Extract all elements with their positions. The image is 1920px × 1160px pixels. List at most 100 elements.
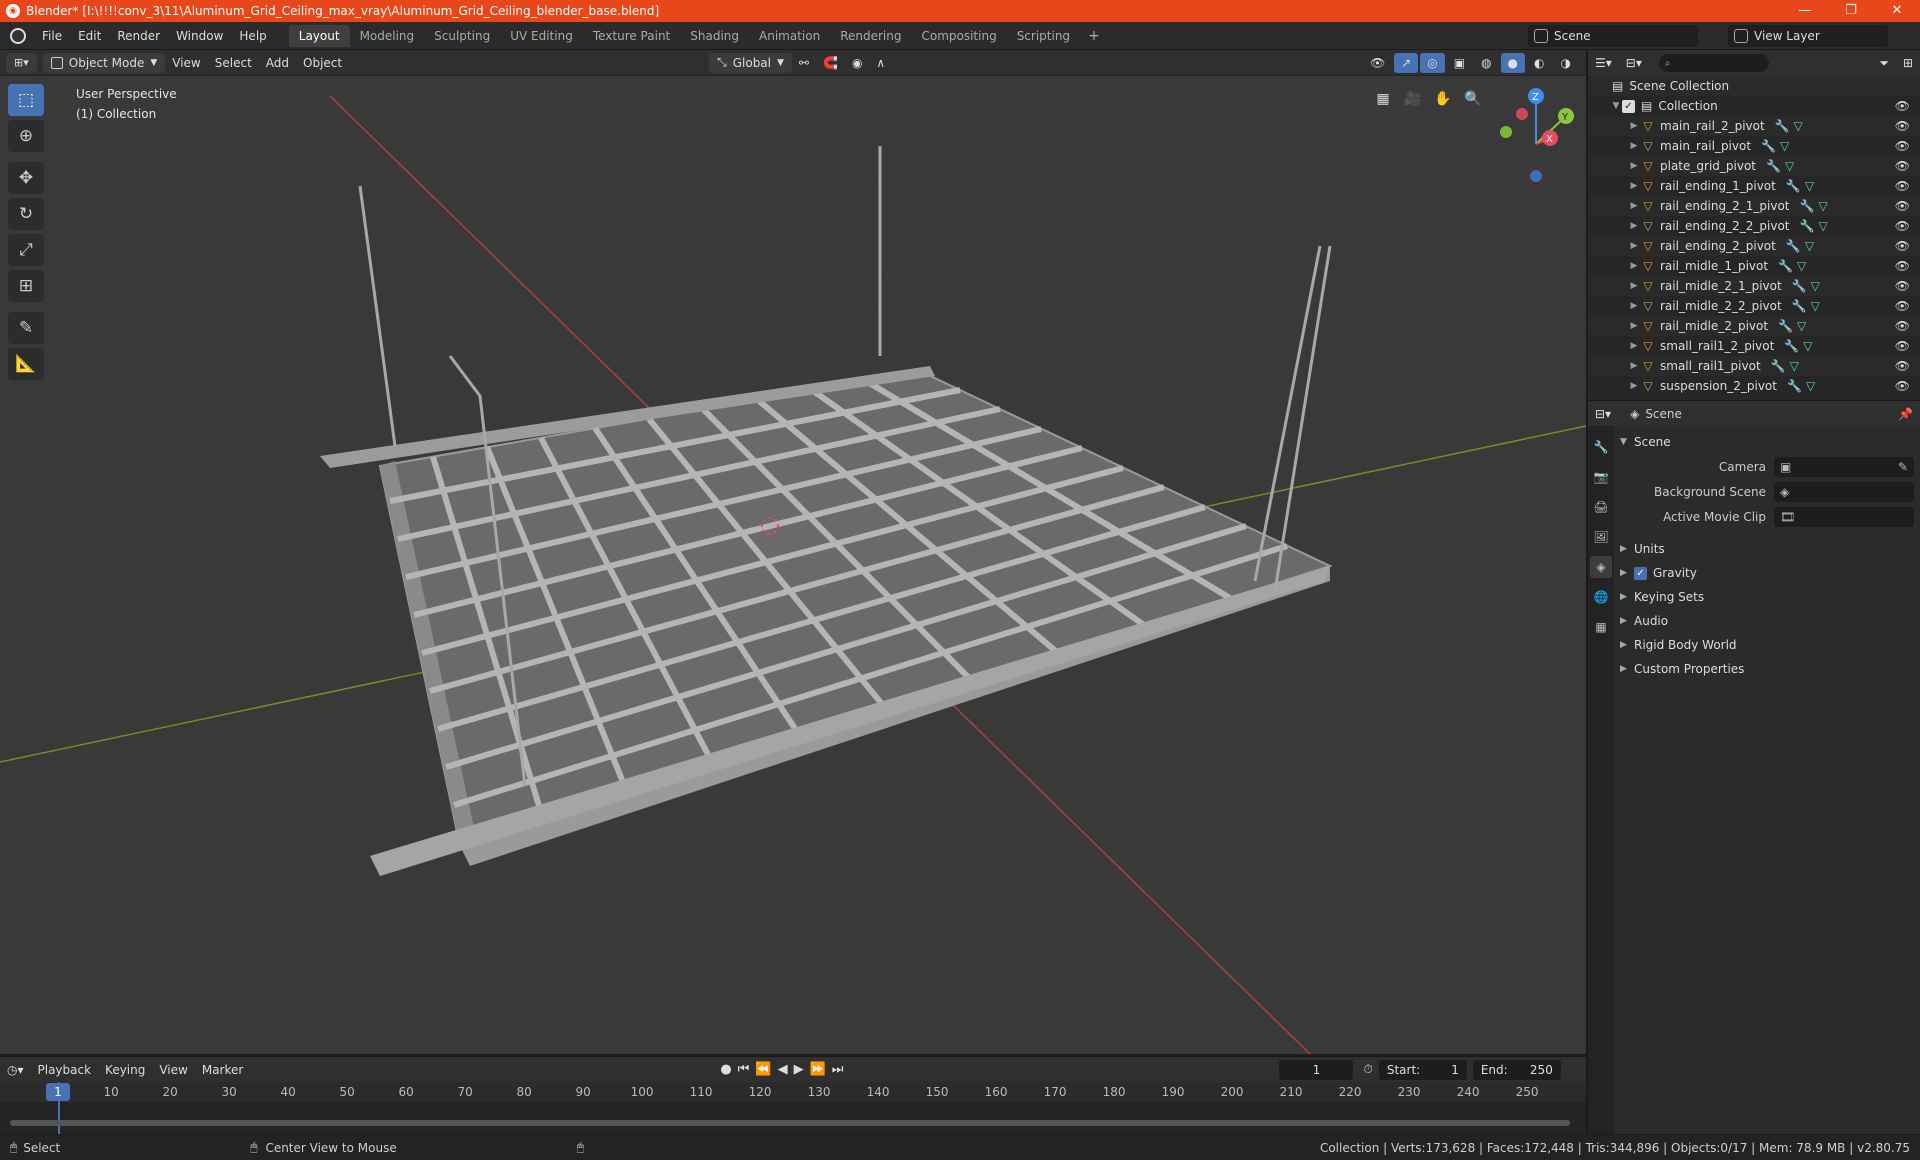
- expand-arrow-icon[interactable]: ▶: [1628, 301, 1640, 311]
- mesh-data-icon[interactable]: ▽: [1805, 179, 1814, 193]
- annotate-icon[interactable]: ✎: [8, 312, 44, 344]
- camera-view-icon[interactable]: 🎥: [1400, 86, 1426, 112]
- start-frame-field[interactable]: Start: 1: [1378, 1059, 1467, 1080]
- expand-arrow-icon[interactable]: ▶: [1628, 341, 1640, 351]
- scene-selector[interactable]: Scene: [1528, 25, 1698, 47]
- mesh-data-icon[interactable]: ▽: [1785, 159, 1794, 173]
- modifier-wrench-icon[interactable]: 🔧: [1761, 139, 1776, 153]
- expand-arrow-icon[interactable]: ▶: [1628, 121, 1640, 131]
- modifier-wrench-icon[interactable]: 🔧: [1771, 359, 1786, 373]
- timeline-menu-playback[interactable]: Playback: [31, 1057, 99, 1083]
- mesh-data-icon[interactable]: ▽: [1806, 379, 1815, 393]
- viewport-menu-view[interactable]: View: [165, 50, 207, 76]
- 3d-viewport[interactable]: Z Y X ⬚ ⊕ ✥ ↻ ⤢ ⊞ ✎ 📐 User Perspective (…: [0, 76, 1586, 1054]
- xray-icon[interactable]: ▣: [1447, 50, 1472, 76]
- modifier-wrench-icon[interactable]: 🔧: [1778, 259, 1793, 273]
- outliner-item[interactable]: ▶ ▽ small_rail1_pivot 🔧 ▽ 👁: [1588, 356, 1920, 376]
- viewport-menu-select[interactable]: Select: [208, 50, 259, 76]
- menu-render[interactable]: Render: [109, 22, 168, 50]
- snap-icon[interactable]: 🧲: [816, 50, 845, 76]
- mesh-data-icon[interactable]: ▽: [1794, 119, 1803, 133]
- expand-arrow-icon[interactable]: ▶: [1628, 201, 1640, 211]
- mesh-data-icon[interactable]: ▽: [1818, 219, 1827, 233]
- tab-sculpting[interactable]: Sculpting: [424, 25, 500, 47]
- blender-menu-icon[interactable]: [10, 27, 26, 44]
- move-icon[interactable]: ✥: [8, 162, 44, 194]
- outliner-item[interactable]: ▶ ▽ rail_midle_2_1_pivot 🔧 ▽ 👁: [1588, 276, 1920, 296]
- outliner-item[interactable]: ▶ ▽ main_rail_2_pivot 🔧 ▽ 👁: [1588, 116, 1920, 136]
- outliner-item[interactable]: ▶ ▽ rail_ending_1_pivot 🔧 ▽ 👁: [1588, 176, 1920, 196]
- audio-panel-header[interactable]: ▶ Audio: [1620, 609, 1914, 633]
- tab-scripting[interactable]: Scripting: [1007, 25, 1080, 47]
- menu-help[interactable]: Help: [231, 22, 274, 50]
- gravity-checkbox[interactable]: ✓: [1634, 566, 1647, 580]
- modifier-wrench-icon[interactable]: 🔧: [1787, 379, 1802, 393]
- editor-type-button[interactable]: ⊞▾: [6, 52, 37, 73]
- mesh-data-icon[interactable]: ▽: [1811, 279, 1820, 293]
- falloff-icon[interactable]: ∧: [869, 50, 892, 76]
- rigid-body-world-panel-header[interactable]: ▶ Rigid Body World: [1620, 633, 1914, 657]
- play-icon[interactable]: ▶: [794, 1062, 804, 1077]
- world-tab-icon[interactable]: 🌐: [1590, 586, 1612, 608]
- mesh-data-icon[interactable]: ▽: [1797, 319, 1806, 333]
- scene-panel-header[interactable]: ▼ Scene: [1620, 430, 1914, 454]
- cursor-icon[interactable]: ⊕: [8, 120, 44, 152]
- eye-icon[interactable]: 👁: [1895, 279, 1910, 293]
- eye-icon[interactable]: 👁: [1895, 199, 1910, 213]
- texture-tab-icon[interactable]: ▦: [1590, 616, 1612, 638]
- outliner-item[interactable]: ▶ ▽ rail_ending_2_2_pivot 🔧 ▽ 👁: [1588, 216, 1920, 236]
- prev-keyframe-icon[interactable]: ⏪: [755, 1062, 771, 1077]
- toggle-camera-grid-icon[interactable]: ▦: [1370, 86, 1396, 112]
- view-layer-selector[interactable]: View Layer: [1728, 25, 1888, 47]
- menu-edit[interactable]: Edit: [70, 22, 109, 50]
- next-keyframe-icon[interactable]: ⏩: [810, 1062, 826, 1077]
- zoom-icon[interactable]: 🔍: [1460, 86, 1486, 112]
- active-movie-clip-field[interactable]: 🎞: [1774, 506, 1914, 527]
- mesh-data-icon[interactable]: ▽: [1803, 339, 1812, 353]
- gizmo-icon[interactable]: ↗: [1394, 52, 1419, 73]
- units-panel-header[interactable]: ▶ Units: [1620, 537, 1914, 561]
- preview-range-icon[interactable]: ⏱: [1363, 1062, 1372, 1077]
- tab-rendering[interactable]: Rendering: [830, 25, 911, 47]
- camera-field[interactable]: ▣ ✎: [1774, 456, 1914, 477]
- expand-arrow-icon[interactable]: ▶: [1628, 281, 1640, 291]
- outliner-item[interactable]: ▶ ▽ suspension_2_pivot 🔧 ▽ 👁: [1588, 376, 1920, 396]
- proportional-edit-icon[interactable]: ◉: [845, 50, 869, 76]
- outliner-item[interactable]: ▶ ▽ small_rail1_2_pivot 🔧 ▽ 👁: [1588, 336, 1920, 356]
- pin-icon[interactable]: 📌: [1891, 401, 1920, 427]
- keying-sets-panel-header[interactable]: ▶ Keying Sets: [1620, 585, 1914, 609]
- jump-start-icon[interactable]: ⏮: [738, 1062, 750, 1077]
- gravity-panel-header[interactable]: ▶ ✓ Gravity: [1620, 561, 1914, 585]
- viewport-menu-add[interactable]: Add: [259, 50, 296, 76]
- display-mode-icon[interactable]: ⊟▾: [1619, 50, 1649, 76]
- play-reverse-icon[interactable]: ◀: [778, 1062, 788, 1077]
- eye-icon[interactable]: 👁: [1895, 359, 1910, 373]
- jump-end-icon[interactable]: ⏭: [832, 1062, 844, 1077]
- wireframe-shading-icon[interactable]: ◍: [1474, 50, 1498, 76]
- mesh-data-icon[interactable]: ▽: [1811, 299, 1820, 313]
- rendered-shading-icon[interactable]: ◑: [1554, 50, 1578, 76]
- mesh-data-icon[interactable]: ▽: [1780, 139, 1789, 153]
- mesh-data-icon[interactable]: ▽: [1790, 359, 1799, 373]
- expand-arrow-icon[interactable]: ▶: [1628, 381, 1640, 391]
- menu-window[interactable]: Window: [168, 22, 231, 50]
- output-tab-icon[interactable]: 🖨: [1590, 496, 1612, 518]
- expand-arrow-icon[interactable]: ▶: [1628, 321, 1640, 331]
- filter-icon[interactable]: ⏷: [1872, 50, 1896, 76]
- playhead-frame-label[interactable]: 1: [46, 1083, 70, 1101]
- eye-icon[interactable]: 👁: [1895, 239, 1910, 253]
- outliner-item[interactable]: ▶ ▽ rail_ending_2_pivot 🔧 ▽ 👁: [1588, 236, 1920, 256]
- outliner-item[interactable]: ▶ ▽ main_rail_pivot 🔧 ▽ 👁: [1588, 136, 1920, 156]
- tool-settings-tab-icon[interactable]: 🔧: [1590, 436, 1612, 458]
- timeline-scrollbar[interactable]: [10, 1120, 1570, 1126]
- visibility-icon[interactable]: 👁: [1363, 50, 1392, 76]
- outliner-scene-collection[interactable]: ▤ Scene Collection: [1588, 76, 1920, 96]
- eyedropper-icon[interactable]: ✎: [1898, 460, 1908, 474]
- expand-arrow-icon[interactable]: ▶: [1628, 241, 1640, 251]
- properties-editor-type-icon[interactable]: ⊟▾: [1588, 401, 1618, 427]
- render-tab-icon[interactable]: 📷: [1590, 466, 1612, 488]
- mesh-data-icon[interactable]: ▽: [1818, 199, 1827, 213]
- rotate-icon[interactable]: ↻: [8, 198, 44, 230]
- select-box-icon[interactable]: ⬚: [8, 84, 44, 116]
- measure-icon[interactable]: 📐: [8, 348, 44, 380]
